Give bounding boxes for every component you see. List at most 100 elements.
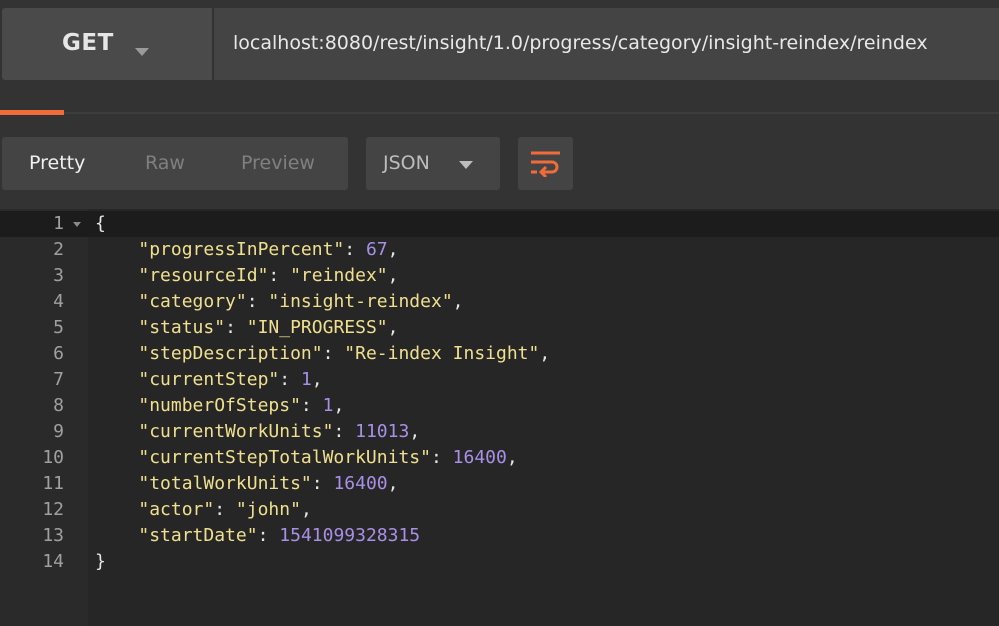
json-key: "category" [138,291,247,312]
line-number: 2 [53,239,64,260]
json-colon: : [311,473,334,494]
json-comma: , [300,499,312,520]
wrap-lines-icon [531,151,560,177]
code-line: "resourceId": "reindex", [95,263,398,289]
json-key: "totalWorkUnits" [138,473,312,494]
json-string-value: "IN_PROGRESS" [246,317,388,338]
chevron-down-icon [459,161,473,169]
code-line: "totalWorkUnits": 16400, [95,471,398,497]
json-comma: , [311,369,323,390]
code-line: "category": "insight-reindex", [95,289,463,315]
fold-caret-icon[interactable] [73,222,81,227]
code-line: "currentStep": 1, [95,367,323,393]
tab-preview[interactable]: Preview [241,152,315,174]
wrap-lines-button[interactable] [518,137,573,190]
code-line: } [95,549,106,575]
code-line: "startDate": 1541099328315 [95,523,420,549]
line-number: 9 [53,421,64,442]
json-key: "actor" [138,499,215,520]
json-colon: : [246,291,269,312]
json-comma: , [387,265,399,286]
json-colon: : [430,447,453,468]
line-number: 11 [42,473,64,494]
line-number: 12 [42,499,64,520]
url-input[interactable]: localhost:8080/rest/insight/1.0/progress… [214,8,999,80]
json-colon: : [322,343,345,364]
request-bar: GET localhost:8080/rest/insight/1.0/prog… [0,0,999,90]
json-colon: : [333,421,356,442]
json-brace: } [95,551,106,572]
json-key: "stepDescription" [138,343,323,364]
method-select[interactable]: GET [2,8,212,80]
json-number-value: 16400 [333,473,388,494]
json-colon: : [257,525,280,546]
json-comma: , [409,421,421,442]
code-line: "numberOfSteps": 1, [95,393,344,419]
json-number-value: 11013 [355,421,410,442]
active-line-highlight [0,211,999,237]
json-colon: : [225,317,247,338]
json-comma: , [506,447,518,468]
json-comma: , [387,473,399,494]
response-body-viewer[interactable]: 1 2 3 4 5 6 7 8 9 10 11 12 13 14 { "progressInPercent… [0,209,999,626]
code-line: "actor": "john", [95,497,312,523]
code-line: "progressInPercent": 67, [95,237,398,263]
line-number: 5 [53,317,64,338]
json-number-value: 16400 [452,447,507,468]
code-line: "stepDescription": "Re-index Insight", [95,341,550,367]
json-comma: , [387,317,399,338]
tab-raw[interactable]: Raw [145,152,185,174]
active-tab-indicator [0,110,64,115]
line-number: 8 [53,395,64,416]
json-number-value: 1 [300,369,312,390]
json-number-value: 1 [322,395,334,416]
json-colon: : [214,499,236,520]
json-comma: , [539,343,551,364]
format-label: JSON [383,152,430,174]
tab-pretty[interactable]: Pretty [29,152,85,174]
json-key: "currentStep" [138,369,280,390]
json-key: "currentStepTotalWorkUnits" [138,447,431,468]
divider [0,112,999,114]
json-string-value: "reindex" [290,265,388,286]
line-number: 3 [53,265,64,286]
json-colon: : [344,239,366,260]
json-comma: , [333,395,345,416]
line-number: 10 [42,447,64,468]
chevron-down-icon [135,48,149,56]
response-view-tabs: Pretty Raw Preview [2,137,348,190]
code-line: { [95,211,106,237]
line-number: 1 [53,213,64,234]
json-brace: { [95,213,106,234]
json-key: "startDate" [138,525,258,546]
json-string-value: "Re-index Insight" [344,343,540,364]
json-string-value: "john" [235,499,301,520]
code-line: "status": "IN_PROGRESS", [95,315,398,341]
json-colon: : [300,395,323,416]
json-key: "status" [138,317,226,338]
json-colon: : [268,265,291,286]
json-string-value: "insight-reindex" [268,291,453,312]
json-key: "currentWorkUnits" [138,421,334,442]
line-number: 14 [42,551,64,572]
line-number: 6 [53,343,64,364]
code-line: "currentStepTotalWorkUnits": 16400, [95,445,518,471]
json-key: "progressInPercent" [138,239,345,260]
json-number-value: 67 [365,239,388,260]
json-comma: , [387,239,399,260]
json-key: "resourceId" [138,265,269,286]
format-select[interactable]: JSON [366,137,500,190]
code-line: "currentWorkUnits": 11013, [95,419,420,445]
line-number: 4 [53,291,64,312]
